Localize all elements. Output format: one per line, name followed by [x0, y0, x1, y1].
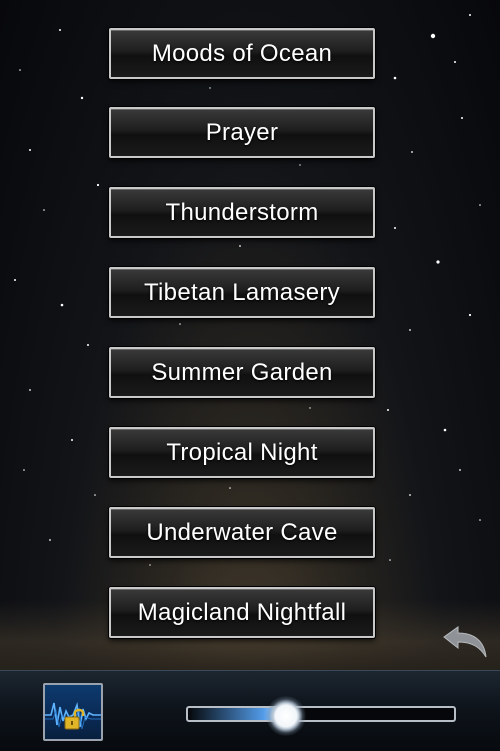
- volume-slider-track[interactable]: [186, 706, 456, 722]
- sound-summer-garden-button[interactable]: Summer Garden: [109, 347, 375, 398]
- starfield-background: [14, 14, 481, 566]
- sound-prayer-button[interactable]: Prayer: [109, 107, 375, 158]
- sound-underwater-cave-button[interactable]: Underwater Cave: [109, 507, 375, 558]
- unlock-button[interactable]: [43, 683, 103, 741]
- sound-tibetan-lamasery-button[interactable]: Tibetan Lamasery: [109, 267, 375, 318]
- sound-tropical-night-button[interactable]: Tropical Night: [109, 427, 375, 478]
- back-button[interactable]: [440, 625, 490, 659]
- sound-moods-of-ocean-button[interactable]: Moods of Ocean: [109, 28, 375, 79]
- unlock-padlock-icon: [64, 708, 85, 730]
- volume-slider-thumb[interactable]: [266, 696, 306, 736]
- sound-magicland-nightfall-button[interactable]: Magicland Nightfall: [109, 587, 375, 638]
- sound-thunderstorm-button[interactable]: Thunderstorm: [109, 187, 375, 238]
- undo-arrow-icon: [443, 626, 487, 658]
